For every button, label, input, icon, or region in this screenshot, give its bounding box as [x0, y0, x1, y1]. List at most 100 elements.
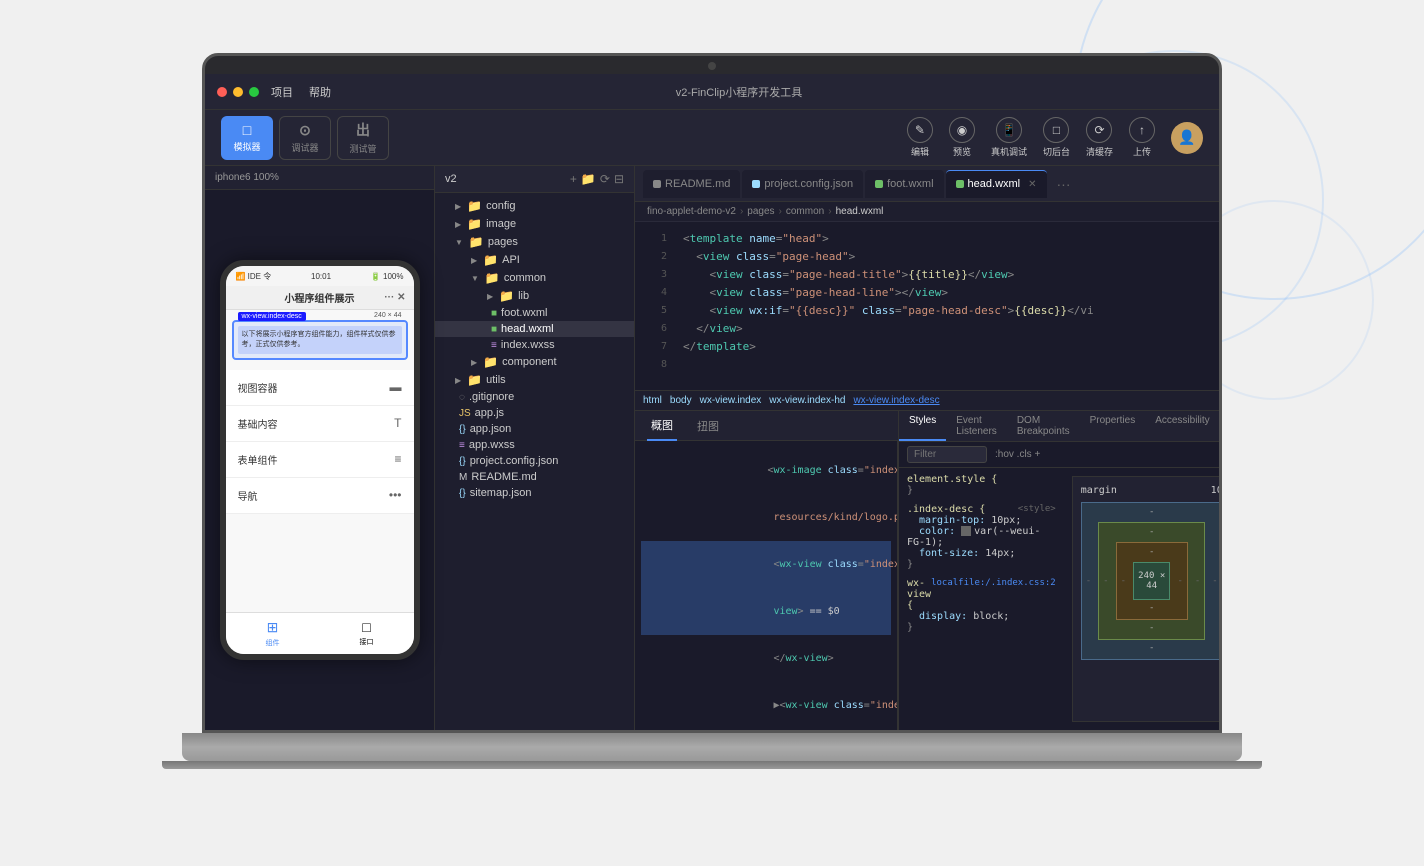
tree-item-lib[interactable]: ▶ 📁 lib	[435, 287, 634, 305]
dom-line-3[interactable]: <wx-view class="index-desc">以下将展示小程序官方组件…	[641, 541, 891, 588]
list-item-3[interactable]: 表单组件 ≡	[226, 442, 414, 478]
tree-item-appjson[interactable]: {} app.json	[435, 421, 634, 437]
background-action[interactable]: □ 切后台	[1043, 117, 1070, 158]
upload-action[interactable]: ↑ 上传	[1129, 117, 1155, 158]
tree-item-pages[interactable]: ▼ 📁 pages	[435, 233, 634, 251]
tab-label-projectconfig: project.config.json	[764, 178, 853, 190]
simulator-mode-button[interactable]: □ 模拟器	[221, 116, 273, 160]
collapse-icon[interactable]: ⊟	[614, 172, 624, 186]
color-swatch-fg1	[961, 526, 971, 536]
tree-arrow-image: ▶	[455, 220, 461, 229]
dom-bc-body[interactable]: body	[670, 395, 692, 406]
styles-tab-props[interactable]: Properties	[1080, 411, 1146, 441]
breadcrumb: fino-applet-demo-v2 › pages › common › h…	[635, 202, 1219, 222]
box-padding-sides: - 240 × 44 -	[1121, 559, 1183, 603]
simulator-icon: □	[243, 122, 251, 138]
rule-source-wx-view[interactable]: localfile:/.index.css:2	[931, 578, 1056, 611]
test-mode-button[interactable]: 出 测试管	[337, 116, 389, 160]
tree-item-readme[interactable]: M README.md	[435, 469, 634, 485]
list-item-2[interactable]: 基础内容 T	[226, 406, 414, 442]
tree-label-appjs: app.js	[475, 407, 504, 419]
rule-prop-display: display: block;	[907, 611, 1009, 622]
tree-item-gitignore[interactable]: ◌ .gitignore	[435, 389, 634, 405]
new-folder-icon[interactable]: 📁	[581, 172, 596, 186]
debugger-mode-button[interactable]: ⊙ 调试器	[279, 116, 331, 160]
rule-close-element: }	[907, 485, 913, 496]
tree-item-index-wxss[interactable]: ≡ index.wxss	[435, 337, 634, 353]
dom-line-4[interactable]: view> == $0	[641, 588, 891, 635]
app-title: v2-FinClip小程序开发工具	[331, 84, 1147, 100]
styles-tab-dom-bp[interactable]: DOM Breakpoints	[1007, 411, 1080, 441]
styles-panel-tabs: Styles Event Listeners DOM Breakpoints P…	[899, 411, 1219, 442]
rule-close-wx-view: }	[907, 622, 913, 633]
tree-item-appwxss[interactable]: ≡ app.wxss	[435, 437, 634, 453]
styles-tab-access[interactable]: Accessibility	[1145, 411, 1219, 441]
tab-more-button[interactable]: ···	[1057, 176, 1071, 192]
menu-project[interactable]: 项目	[271, 84, 293, 100]
code-line-1: 1 <template name="head">	[635, 230, 1219, 248]
tab-headwxml[interactable]: head.wxml ✕	[946, 170, 1047, 198]
tree-item-component[interactable]: ▶ 📁 component	[435, 353, 634, 371]
clear-cache-action[interactable]: ⟳ 清缓存	[1086, 117, 1113, 158]
close-button[interactable]	[217, 87, 227, 97]
refresh-icon[interactable]: ⟳	[600, 172, 610, 186]
menu-help[interactable]: 帮助	[309, 84, 331, 100]
phone-title-more[interactable]: ··· ✕	[384, 292, 405, 303]
tree-item-head-wxml[interactable]: ■ head.wxml	[435, 321, 634, 337]
box-content: 240 × 44	[1133, 562, 1170, 600]
dom-bc-wxview-desc[interactable]: wx-view.index-desc	[853, 395, 939, 406]
list-label-4: 导航	[238, 488, 258, 503]
styles-tab-events[interactable]: Event Listeners	[946, 411, 1007, 441]
nav-item-interface[interactable]: □ 接口	[320, 613, 414, 654]
styles-rule-element: element.style { }	[907, 474, 1056, 496]
main-content: iphone6 100% 📶 IDE 令 10:01 🔋 100% 小程序组件展…	[205, 166, 1219, 730]
nav-item-component[interactable]: ⊞ 组件	[226, 613, 320, 654]
list-item-4[interactable]: 导航 •••	[226, 478, 414, 514]
edit-action[interactable]: ✎ 编辑	[907, 117, 933, 158]
tree-item-image[interactable]: ▶ 📁 image	[435, 215, 634, 233]
styles-tab-styles[interactable]: Styles	[899, 411, 946, 441]
styles-filter-input[interactable]	[907, 446, 987, 463]
dom-bc-wxview-index[interactable]: wx-view.index	[700, 395, 762, 406]
tree-item-utils[interactable]: ▶ 📁 utils	[435, 371, 634, 389]
file-tree-panel: v2 + 📁 ⟳ ⊟ ▶ 📁 config	[435, 166, 635, 730]
tree-item-api[interactable]: ▶ 📁 API	[435, 251, 634, 269]
tab-readme[interactable]: README.md	[643, 170, 740, 198]
status-time: 10:01	[311, 272, 331, 281]
tree-item-config[interactable]: ▶ 📁 config	[435, 197, 634, 215]
list-label-3: 表单组件	[238, 452, 278, 467]
phone-highlight-element: wx-view.index-desc 240 × 44 以下将展示小程序官方组件…	[232, 320, 408, 360]
tree-item-sitemap[interactable]: {} sitemap.json	[435, 485, 634, 501]
box-border-top: -	[1103, 527, 1200, 537]
dom-section: 概图 扭图 <wx-image class="index-logo" src="…	[635, 411, 899, 730]
devtools-tab-layout[interactable]: 扭图	[693, 411, 723, 441]
devtools-tab-styles[interactable]: 概图	[647, 411, 677, 441]
file-icon-gitignore: ◌	[459, 392, 465, 403]
code-editor[interactable]: 1 <template name="head"> 2 <view class="…	[635, 222, 1219, 390]
tree-label-lib: lib	[518, 290, 529, 302]
dom-bc-wxview-hd[interactable]: wx-view.index-hd	[769, 395, 845, 406]
tree-label-appjson: app.json	[470, 423, 512, 435]
laptop-base	[182, 733, 1242, 761]
tree-item-appjs[interactable]: JS app.js	[435, 405, 634, 421]
device-debug-action[interactable]: 📱 真机调试	[991, 117, 1027, 158]
breadcrumb-1: fino-applet-demo-v2	[647, 206, 736, 217]
preview-action[interactable]: ◉ 预览	[949, 117, 975, 158]
app-window: 项目 帮助 v2-FinClip小程序开发工具 □ 模拟器 ⊙ 调试器	[205, 74, 1219, 730]
dom-bc-html[interactable]: html	[643, 395, 662, 406]
styles-pseudo-buttons[interactable]: :hov .cls +	[995, 449, 1040, 460]
user-avatar[interactable]: 👤	[1171, 122, 1203, 154]
box-border-bottom: -	[1103, 623, 1200, 633]
list-item-1[interactable]: 视图容器 ▬	[226, 370, 414, 406]
minimize-button[interactable]	[233, 87, 243, 97]
maximize-button[interactable]	[249, 87, 259, 97]
tab-close-headwxml[interactable]: ✕	[1028, 179, 1036, 190]
toolbar-mode-buttons: □ 模拟器 ⊙ 调试器 出 测试管	[221, 116, 389, 160]
tab-footwxml[interactable]: foot.wxml	[865, 170, 943, 198]
tree-item-projectconfig[interactable]: {} project.config.json	[435, 453, 634, 469]
window-controls	[217, 87, 259, 97]
new-file-icon[interactable]: +	[570, 172, 577, 186]
tab-projectconfig[interactable]: project.config.json	[742, 170, 863, 198]
tree-item-common[interactable]: ▼ 📁 common	[435, 269, 634, 287]
tree-item-foot-wxml[interactable]: ■ foot.wxml	[435, 305, 634, 321]
